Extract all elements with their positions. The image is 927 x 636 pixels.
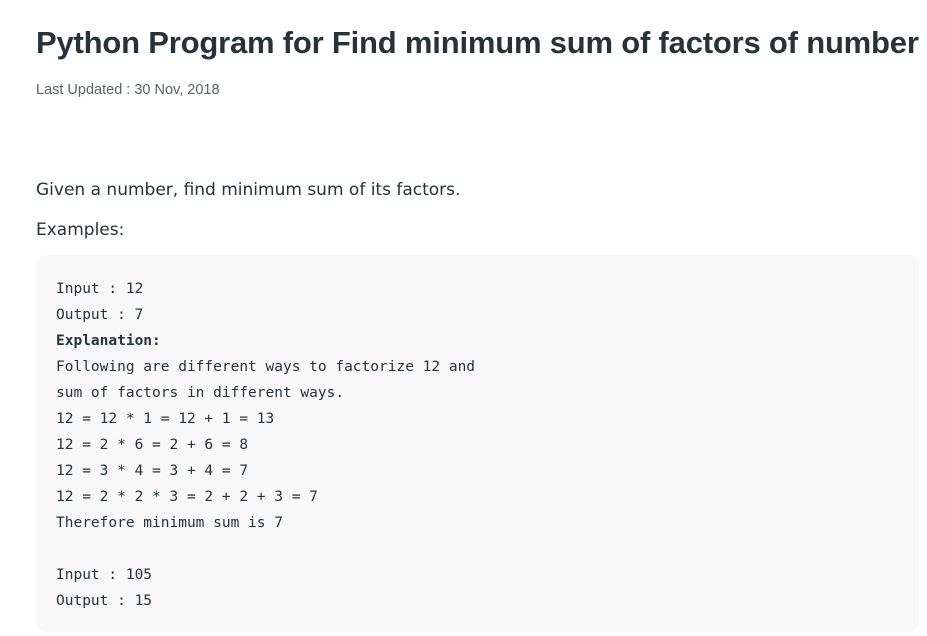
examples-heading: Examples: <box>36 220 125 240</box>
code-line: 12 = 3 * 4 = 3 + 4 = 7 <box>56 463 249 479</box>
code-line: sum of factors in different ways. <box>56 385 345 401</box>
problem-statement: Given a number, find minimum sum of its … <box>36 180 461 200</box>
code-line: Following are different ways to factoriz… <box>56 359 476 375</box>
article: Python Program for Find minimum sum of f… <box>36 0 919 632</box>
code-line: Input : 105 <box>56 567 153 583</box>
code-line-explanation-label: Explanation: <box>56 333 161 349</box>
code-line: Therefore minimum sum is 7 <box>56 515 283 531</box>
code-line: Output : 7 <box>56 307 144 323</box>
code-line: 12 = 12 * 1 = 12 + 1 = 13 <box>56 411 275 427</box>
example-code-block: Input : 12 Output : 7 Explanation: Follo… <box>36 255 919 632</box>
article-title: Python Program for Find minimum sum of f… <box>36 25 919 60</box>
last-updated-date: Last Updated : 30 Nov, 2018 <box>36 82 220 98</box>
code-line: 12 = 2 * 2 * 3 = 2 + 2 + 3 = 7 <box>56 489 318 505</box>
code-line: Output : 15 <box>56 593 153 609</box>
code-line: Input : 12 <box>56 281 144 297</box>
code-line: 12 = 2 * 6 = 2 + 6 = 8 <box>56 437 249 453</box>
